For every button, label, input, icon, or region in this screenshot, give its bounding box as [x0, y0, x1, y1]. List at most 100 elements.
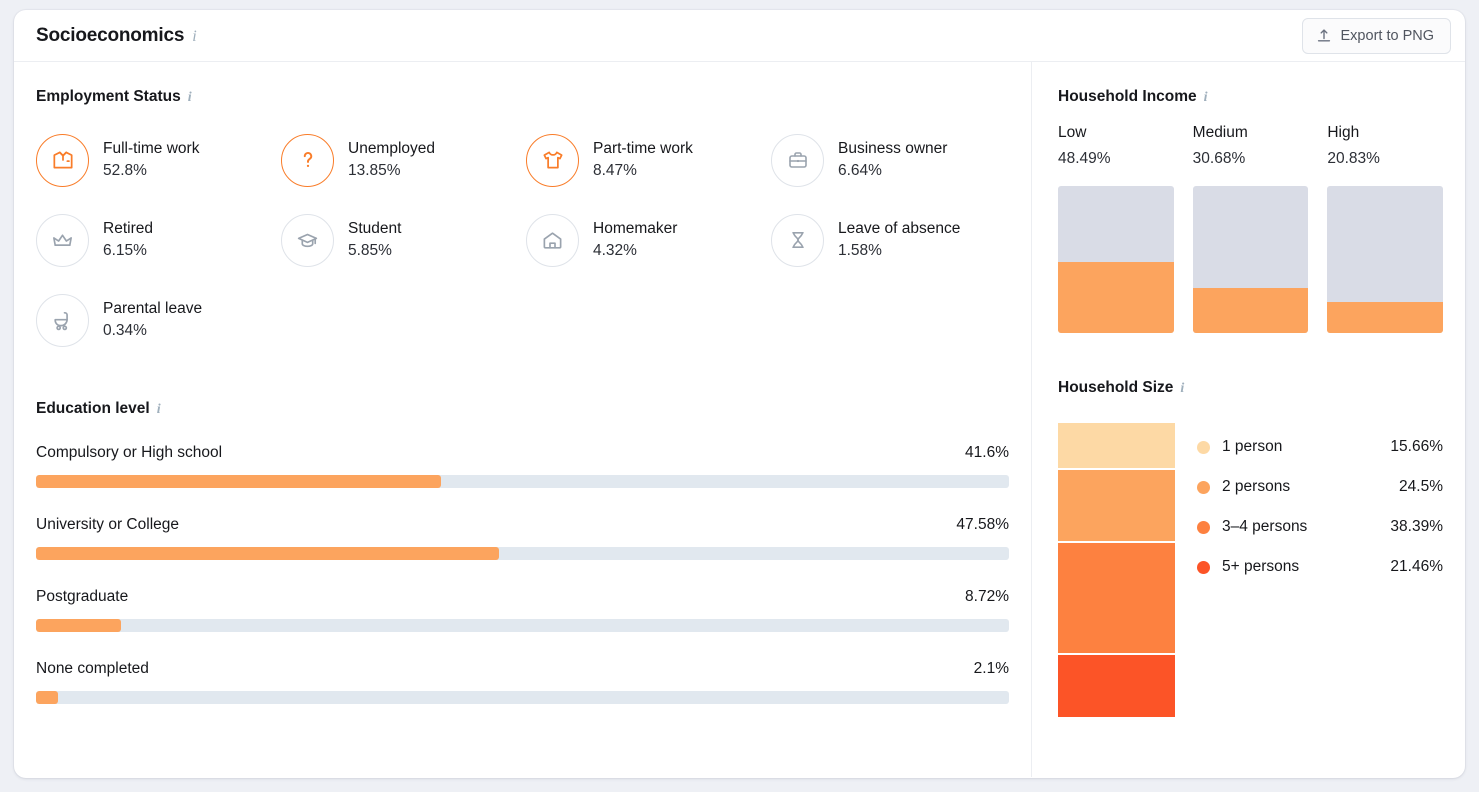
employment-item-label: Leave of absence: [838, 220, 961, 238]
legend-item-1-person: 1 person 15.66%: [1197, 427, 1443, 467]
employment-item-business-owner[interactable]: Business owner 6.64%: [771, 124, 1016, 196]
employment-status-grid: Full-time work 52.8% Unemployed 13.85% P…: [36, 124, 1009, 356]
education-progress-track: [36, 691, 1009, 704]
household-size-section-title: Household Size i: [1058, 379, 1443, 397]
legend-color-dot: [1197, 440, 1210, 454]
hourglass-icon: [771, 213, 824, 267]
employment-item-part-time-work[interactable]: Part-time work 8.47%: [526, 124, 771, 196]
card-header: Socioeconomics i Export to PNG: [14, 10, 1465, 62]
legend-item-2-persons: 2 persons 24.5%: [1197, 467, 1443, 507]
legend-value: 38.39%: [1390, 518, 1443, 535]
education-row-label: Compulsory or High school: [36, 444, 223, 461]
education-row-postgraduate: Postgraduate 8.72%: [36, 588, 1009, 632]
education-section-title: Education level i: [36, 400, 1009, 418]
employment-title-text: Employment Status: [36, 88, 181, 105]
employment-item-homemaker[interactable]: Homemaker 4.32%: [526, 204, 771, 276]
legend-item-5-plus-persons: 5+ persons 21.46%: [1197, 547, 1443, 587]
education-progress-track: [36, 547, 1009, 560]
household-size-title-text: Household Size: [1058, 379, 1174, 396]
employment-item-text: Parental leave 0.34%: [103, 300, 202, 340]
employment-item-text: Student 5.85%: [348, 220, 401, 260]
employment-item-full-time-work[interactable]: Full-time work 52.8%: [36, 124, 281, 196]
shirt-tie-icon: [36, 133, 89, 187]
employment-item-value: 5.85%: [348, 242, 392, 259]
education-row-university-or-college: University or College 47.58%: [36, 516, 1009, 560]
employment-item-label: Retired: [103, 220, 153, 238]
household-income-label: High: [1327, 124, 1360, 141]
employment-item-text: Full-time work 52.8%: [103, 140, 199, 180]
education-progress-track: [36, 475, 1009, 488]
card-body: Employment Status i Full-time work 52.8%…: [14, 62, 1465, 777]
employment-item-value: 4.32%: [593, 242, 637, 259]
education-progress-fill: [36, 475, 441, 488]
household-income-value: 20.83%: [1327, 150, 1380, 167]
employment-item-value: 8.47%: [593, 162, 637, 179]
education-row-value: 8.72%: [965, 588, 1009, 605]
household-income-bar-track: [1327, 186, 1443, 333]
employment-item-value: 52.8%: [103, 162, 147, 179]
employment-item-text: Retired 6.15%: [103, 220, 153, 260]
education-progress-fill: [36, 691, 58, 704]
education-row-value: 2.1%: [973, 660, 1009, 677]
employment-item-retired[interactable]: Retired 6.15%: [36, 204, 281, 276]
education-level-section: Education level i Compulsory or High sch…: [36, 400, 1009, 704]
export-button-label: Export to PNG: [1340, 27, 1434, 44]
right-column: Household Income i Low 48.49% Medium 30.…: [1031, 62, 1465, 777]
education-row-label: None completed: [36, 660, 149, 677]
stroller-icon: [36, 293, 89, 347]
household-size-segment-5-plus-persons: [1058, 655, 1175, 717]
employment-item-value: 6.64%: [838, 162, 882, 179]
info-icon[interactable]: i: [1180, 382, 1184, 396]
legend-item-3-4-persons: 3–4 persons 38.39%: [1197, 507, 1443, 547]
employment-item-label: Part-time work: [593, 140, 693, 158]
info-icon[interactable]: i: [1204, 91, 1208, 105]
briefcase-icon: [771, 133, 824, 187]
education-row-head: Compulsory or High school 41.6%: [36, 444, 1009, 462]
page-title: Socioeconomics: [36, 24, 185, 46]
employment-item-label: Homemaker: [593, 220, 678, 238]
employment-item-value: 0.34%: [103, 322, 147, 339]
legend-label: 2 persons: [1222, 478, 1291, 495]
education-row-value: 47.58%: [956, 516, 1009, 533]
household-size-segment-3-4-persons: [1058, 542, 1175, 654]
employment-item-label: Business owner: [838, 140, 948, 158]
employment-item-value: 6.15%: [103, 242, 147, 259]
education-row-compulsory-or-high-school: Compulsory or High school 41.6%: [36, 444, 1009, 488]
household-size-stacked-bar: [1058, 423, 1175, 717]
employment-item-text: Part-time work 8.47%: [593, 140, 693, 180]
education-row-head: University or College 47.58%: [36, 516, 1009, 534]
upload-icon: [1316, 28, 1332, 44]
employment-item-label: Student: [348, 220, 402, 238]
household-income-column-medium: Medium 30.68%: [1192, 124, 1309, 333]
education-progress-fill: [36, 547, 499, 560]
employment-item-text: Leave of absence 1.58%: [838, 220, 960, 260]
legend-color-dot: [1197, 560, 1210, 574]
legend-label: 3–4 persons: [1222, 518, 1308, 535]
info-icon[interactable]: i: [192, 28, 196, 45]
info-icon[interactable]: i: [157, 403, 161, 417]
household-income-column-high: High 20.83%: [1327, 124, 1443, 333]
household-size-legend: 1 person 15.66% 2 persons 24.5% 3–4 pers…: [1197, 423, 1443, 717]
household-income-label: Low: [1058, 124, 1087, 141]
employment-item-leave-of-absence[interactable]: Leave of absence 1.58%: [771, 204, 1016, 276]
employment-item-parental-leave[interactable]: Parental leave 0.34%: [36, 284, 281, 356]
tshirt-icon: [526, 133, 579, 187]
socioeconomics-card: Socioeconomics i Export to PNG Employmen…: [14, 10, 1465, 778]
household-size-section: Household Size i 1 person 15.66% 2 perso…: [1058, 379, 1443, 717]
legend-color-dot: [1197, 480, 1210, 494]
legend-label: 5+ persons: [1222, 558, 1300, 575]
education-title-text: Education level: [36, 400, 150, 417]
education-row-label: University or College: [36, 516, 179, 533]
employment-item-label: Full-time work: [103, 140, 200, 158]
employment-item-unemployed[interactable]: Unemployed 13.85%: [281, 124, 526, 196]
education-row-value: 41.6%: [965, 444, 1009, 461]
info-icon[interactable]: i: [188, 91, 192, 105]
household-income-bar-fill: [1327, 302, 1443, 333]
household-income-bar-track: [1058, 186, 1174, 333]
education-row-head: None completed 2.1%: [36, 660, 1009, 678]
education-row-label: Postgraduate: [36, 588, 129, 605]
crown-icon: [36, 213, 89, 267]
export-to-png-button[interactable]: Export to PNG: [1301, 17, 1451, 54]
employment-item-student[interactable]: Student 5.85%: [281, 204, 526, 276]
education-row-none-completed: None completed 2.1%: [36, 660, 1009, 704]
